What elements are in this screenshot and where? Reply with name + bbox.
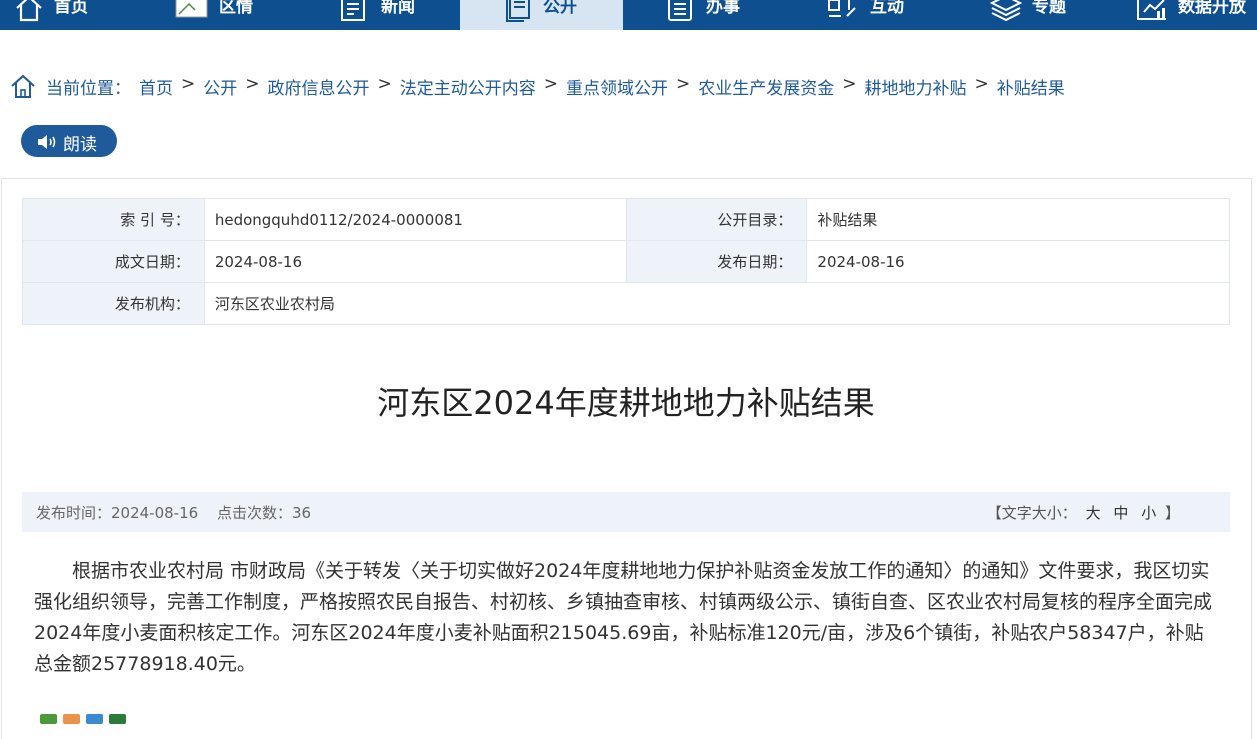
- table-row: 索 引 号： hedongquhd0112/2024-0000081 公开目录：…: [22, 198, 1230, 241]
- share-wechat-icon[interactable]: [40, 714, 57, 724]
- font-size-large-button[interactable]: 大: [1086, 504, 1101, 522]
- nav-label: 办事: [706, 0, 740, 17]
- nav-item-interaction[interactable]: 互动: [827, 0, 917, 30]
- document-icon: [505, 0, 533, 22]
- nav-item-home[interactable]: 首页: [14, 0, 104, 30]
- article-body: 根据市农业农村局 市财政局《关于转发〈关于切实做好2024年度耕地地力保护补贴资…: [34, 560, 1213, 675]
- nav-item-public[interactable]: 公开: [460, 0, 623, 30]
- publish-time: 发布时间：2024-08-16: [36, 504, 199, 522]
- nav-item-news[interactable]: 新闻: [340, 0, 430, 30]
- breadcrumb-item-statutory[interactable]: 法定主动公开内容: [400, 74, 536, 99]
- home-icon: [10, 73, 36, 104]
- breadcrumb-separator: >: [676, 74, 691, 94]
- nav-item-open-data[interactable]: 数据开放: [1135, 0, 1257, 30]
- nav-label: 数据开放: [1178, 0, 1246, 17]
- publishing-org-value: 河东区农业农村局: [203, 282, 1231, 325]
- publish-date-label: 发布日期：: [625, 240, 808, 283]
- nav-label: 区情: [219, 0, 253, 17]
- breadcrumb-label: 当前位置：: [46, 79, 131, 99]
- font-size-small-button[interactable]: 小: [1141, 504, 1156, 522]
- data-icon: [1135, 0, 1169, 22]
- click-count: 点击次数：36: [216, 504, 312, 522]
- read-aloud-button[interactable]: 朗读: [21, 125, 117, 157]
- publishing-org-label: 发布机构：: [22, 282, 205, 325]
- share-icons: [40, 714, 126, 724]
- breadcrumb-item-gov-info[interactable]: 政府信息公开: [268, 74, 370, 99]
- nav-label: 新闻: [381, 0, 415, 17]
- written-date-label: 成文日期：: [22, 240, 205, 283]
- breadcrumb-separator: >: [974, 74, 989, 94]
- news-icon: [340, 0, 368, 22]
- table-row: 成文日期： 2024-08-16 发布日期： 2024-08-16: [22, 240, 1230, 283]
- font-size-medium-button[interactable]: 中: [1113, 504, 1128, 522]
- home-icon: [14, 0, 44, 22]
- top-navigation: 首页 区情 新闻 公开 办事 互动 专题 数据开放: [0, 0, 1257, 30]
- layers-icon: [990, 0, 1022, 22]
- breadcrumb-item-agri-funds[interactable]: 农业生产发展资金: [698, 74, 834, 99]
- font-size-label: 【文字大小：: [986, 504, 1077, 522]
- share-weibo-icon[interactable]: [86, 714, 103, 724]
- font-size-controls: 【文字大小： 大 中 小 】: [987, 502, 1180, 523]
- table-row: 发布机构： 河东区农业农村局: [22, 282, 1231, 325]
- article-stats: 发布时间：2024-08-16 点击次数：36: [36, 502, 325, 523]
- interaction-icon: [827, 0, 859, 22]
- breadcrumb-item-public[interactable]: 公开: [203, 74, 237, 99]
- nav-label: 互动: [870, 0, 904, 17]
- breadcrumb-separator: >: [842, 74, 857, 94]
- breadcrumb-item-home[interactable]: 首页: [139, 74, 173, 99]
- nav-label: 公开: [543, 0, 577, 17]
- breadcrumb-trail: 当前位置： 首页 > 公开 > 政府信息公开 > 法定主动公开内容 > 重点领域…: [46, 74, 1065, 99]
- publish-date-value: 2024-08-16: [806, 240, 1230, 283]
- index-number-label: 索 引 号：: [22, 198, 205, 241]
- breadcrumb-separator: >: [181, 74, 196, 94]
- nav-item-topics[interactable]: 专题: [990, 0, 1080, 30]
- written-date-value: 2024-08-16: [203, 240, 627, 283]
- read-aloud-label: 朗读: [63, 135, 97, 155]
- nav-item-overview[interactable]: 区情: [175, 0, 265, 30]
- article-info-bar: 发布时间：2024-08-16 点击次数：36 【文字大小： 大 中 小 】: [22, 492, 1230, 532]
- breadcrumb-item-land-subsidy[interactable]: 耕地地力补贴: [865, 74, 967, 99]
- list-icon: [667, 0, 695, 22]
- catalog-value: 补贴结果: [806, 198, 1230, 241]
- index-number-value: hedongquhd0112/2024-0000081: [203, 198, 627, 241]
- catalog-label: 公开目录：: [625, 198, 808, 241]
- share-more-icon[interactable]: [109, 714, 126, 724]
- speaker-icon: [38, 135, 56, 149]
- breadcrumb-separator: >: [543, 74, 558, 94]
- breadcrumb-item-results[interactable]: 补贴结果: [997, 74, 1065, 99]
- document-metadata-table: 索 引 号： hedongquhd0112/2024-0000081 公开目录：…: [22, 198, 1231, 325]
- share-qzone-icon[interactable]: [63, 714, 80, 724]
- breadcrumb-separator: >: [245, 74, 260, 94]
- nav-label: 专题: [1032, 0, 1066, 17]
- breadcrumb-item-key-areas[interactable]: 重点领域公开: [566, 74, 668, 99]
- broken-image-icon: [175, 0, 208, 18]
- page-title: 河东区2024年度耕地地力补贴结果: [377, 384, 875, 422]
- breadcrumb-separator: >: [377, 74, 392, 94]
- nav-item-services[interactable]: 办事: [667, 0, 757, 30]
- font-size-close: 】: [1164, 504, 1180, 522]
- nav-label: 首页: [54, 0, 88, 17]
